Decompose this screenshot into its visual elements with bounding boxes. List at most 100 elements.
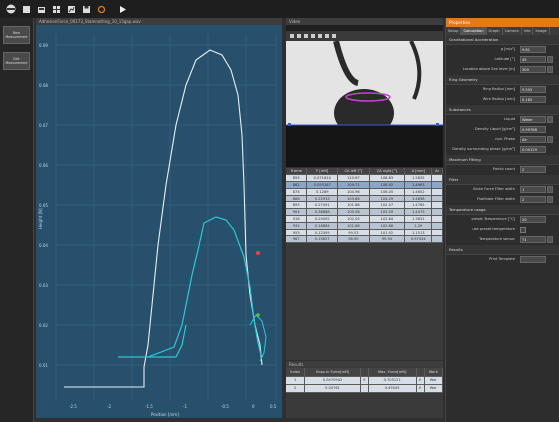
use-preset-label: use preset temperature xyxy=(472,227,515,231)
table-row[interactable]: 932 0.18884 101.86 102.68 1.29 xyxy=(286,222,443,230)
section-gravity[interactable]: Gravitational Acceleration xyxy=(446,35,559,45)
table-cell: 0.1289 xyxy=(306,188,339,196)
tab-graph[interactable]: Graph xyxy=(487,27,503,35)
col-header[interactable] xyxy=(416,368,425,377)
posfinder-field[interactable]: 2 xyxy=(520,196,546,203)
table-row[interactable]: 904 0.38688 100.56 105.09 1.4473 xyxy=(286,208,443,217)
results-cell: Wor xyxy=(424,376,444,385)
table-cell: 0.12395 xyxy=(306,229,339,237)
new-measurement-button[interactable]: New Measurement xyxy=(3,26,30,44)
section-filter[interactable]: Filter xyxy=(446,175,559,185)
play-icon[interactable] xyxy=(117,4,127,14)
table-cell: 1.4963 xyxy=(404,181,433,189)
density-field[interactable]: 0.99788 xyxy=(520,126,546,133)
results-cell: 0 xyxy=(416,384,425,393)
latitude-spinner[interactable] xyxy=(547,56,553,63)
sensor-dropdown-icon[interactable] xyxy=(547,236,553,243)
results-row[interactable]: 2 0.00761 0.49045 0 Wor xyxy=(286,384,444,393)
nonphase-dropdown-icon[interactable] xyxy=(547,136,553,143)
table-cell: 888 xyxy=(286,195,308,203)
liquid-select[interactable]: Water xyxy=(520,116,546,123)
location-field[interactable]: 300 xyxy=(520,66,546,73)
svg-text:-1: -1 xyxy=(183,404,187,409)
open-file-icon[interactable] xyxy=(36,4,46,14)
table-row[interactable]: 895 0.27491 101.86 102.07 1.4765 xyxy=(286,201,443,210)
col-header[interactable]: F [mN] xyxy=(306,168,339,176)
preset-temp-field[interactable]: 20 xyxy=(520,216,546,223)
table-cell xyxy=(431,181,443,189)
svg-text:Height [N]: Height [N] xyxy=(38,208,43,229)
points-field[interactable]: 2 xyxy=(520,166,546,173)
ring-radius-field[interactable]: 9.555 xyxy=(520,86,546,93)
table-cell: 862 xyxy=(286,181,308,189)
print-template-field[interactable] xyxy=(520,256,546,263)
grid-icon[interactable] xyxy=(51,4,61,14)
edit-measurement-button[interactable]: Edit Measurement xyxy=(3,52,30,70)
liquid-dropdown-icon[interactable] xyxy=(547,116,553,123)
refresh-icon[interactable] xyxy=(96,4,106,14)
table-cell xyxy=(431,188,443,196)
table-cell: 874 xyxy=(286,188,308,196)
table-row[interactable]: 918 0.29492 102.05 102.84 1.3831 xyxy=(286,215,443,223)
brute-field[interactable]: 1 xyxy=(520,186,546,193)
force-plot[interactable]: 0.09 0.08 0.07 0.06 0.05 0.04 0.03 0.02 0.01 -2.… xyxy=(36,25,282,418)
section-ring[interactable]: Ring Geometry xyxy=(446,75,559,85)
table-row[interactable]: 874 0.1289 104.96 106.05 1.4652 xyxy=(286,188,443,196)
col-header[interactable] xyxy=(360,368,369,377)
tab-camera[interactable]: Camera xyxy=(503,27,522,35)
retract-curve xyxy=(118,216,262,358)
results-cell xyxy=(360,384,369,393)
brute-spinner[interactable] xyxy=(547,186,553,193)
latitude-label: Latitude [°] xyxy=(494,57,515,61)
g-field[interactable]: 9.81 xyxy=(520,46,546,53)
table-cell: 102.05 xyxy=(337,215,370,223)
table-row[interactable]: 862 0.093167 109.71 106.92 1.4963 xyxy=(286,181,443,189)
table-cell: 102.84 xyxy=(369,215,406,223)
col-header[interactable]: Max. Force[mN] xyxy=(368,368,417,377)
use-preset-checkbox[interactable] xyxy=(520,227,526,233)
col-header[interactable]: Work xyxy=(424,368,444,377)
latitude-field[interactable]: 45 xyxy=(520,56,546,63)
location-spinner[interactable] xyxy=(547,66,553,73)
results-cell: 0.0470942 xyxy=(304,376,361,385)
save-icon[interactable] xyxy=(81,4,91,14)
table-row[interactable]: 953 0.12395 99.53 101.92 1.1513 xyxy=(286,229,443,237)
posfinder-spinner[interactable] xyxy=(547,196,553,203)
section-substances[interactable]: Substances xyxy=(446,105,559,115)
wire-radius-field[interactable]: 0.185 xyxy=(520,96,546,103)
section-temperature[interactable]: Temperature usage xyxy=(446,205,559,215)
liquid-label: Liquid xyxy=(504,117,515,121)
chart-icon[interactable] xyxy=(66,4,76,14)
tab-calculation[interactable]: Calculation xyxy=(461,27,487,35)
section-results[interactable]: Results xyxy=(446,245,559,255)
new-file-icon[interactable] xyxy=(21,4,31,14)
table-cell: 109.71 xyxy=(337,181,370,189)
plot-svg: 0.09 0.08 0.07 0.06 0.05 0.04 0.03 0.02 0.01 -2.… xyxy=(38,35,277,417)
table-row[interactable]: 967 0.15627 98.90 99.94 0.97434 xyxy=(286,235,443,244)
section-max-fitting[interactable]: Maximum Fitting xyxy=(446,155,559,165)
table-row[interactable]: 855 0.071614 110.67 108.83 1.5835 xyxy=(286,174,443,183)
table-cell xyxy=(431,235,443,244)
col-header[interactable]: Snap-in Force[mN] xyxy=(304,368,361,377)
density2-field[interactable]: 0.00129 xyxy=(520,146,546,153)
tab-setup[interactable]: Setup xyxy=(446,27,462,35)
results-row[interactable]: 1 0.0470942 0 0.705121 0 Wor xyxy=(286,376,444,385)
col-header[interactable]: CA left [°] xyxy=(337,168,370,176)
col-header[interactable]: d [mm] xyxy=(404,168,433,176)
table-cell: 102.68 xyxy=(369,222,406,230)
col-header[interactable]: Index xyxy=(286,368,306,377)
svg-text:0.02: 0.02 xyxy=(39,323,48,328)
col-header[interactable]: Ar xyxy=(431,168,443,176)
table-row[interactable]: 888 0.22933 103.66 104.29 1.4898 xyxy=(286,195,443,203)
col-header[interactable]: Frame xyxy=(286,168,308,176)
nonphase-select[interactable]: Air xyxy=(520,136,546,143)
tab-info[interactable]: Info xyxy=(522,27,534,35)
video-tool-icons[interactable] xyxy=(289,32,359,40)
ring-radius-label: Ring Radius [mm] xyxy=(482,87,515,91)
video-panel-header: Video xyxy=(286,18,443,25)
app-window: New Measurement Edit Measurement Adhesio… xyxy=(0,0,559,422)
table-cell: 1.5835 xyxy=(404,174,433,183)
tab-image[interactable]: Image xyxy=(533,27,550,35)
sensor-select[interactable]: T1 xyxy=(520,236,546,243)
col-header[interactable]: CA right [°] xyxy=(369,168,406,176)
